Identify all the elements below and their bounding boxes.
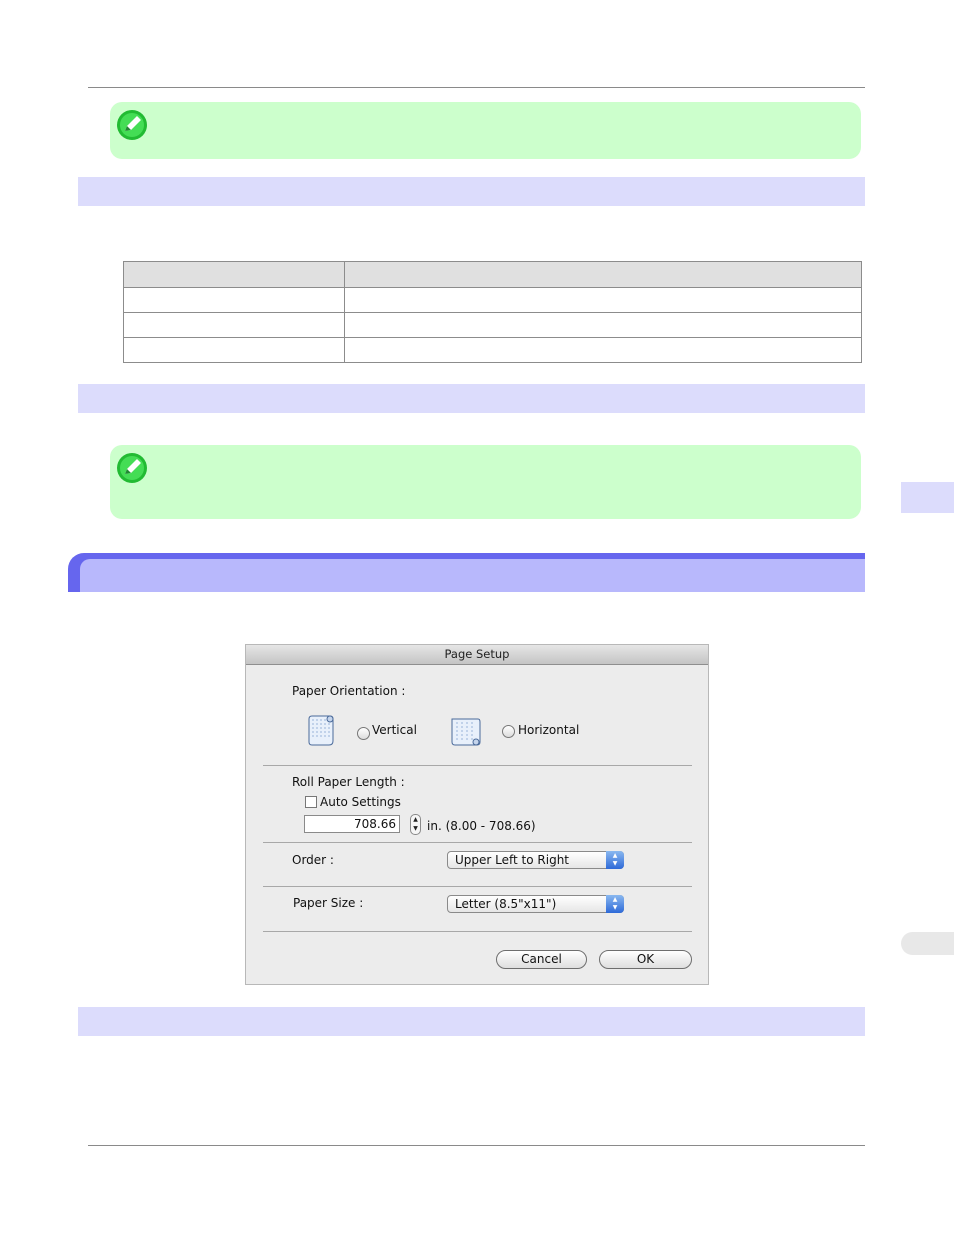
table-cell	[123, 337, 345, 363]
vertical-radio[interactable]	[357, 727, 370, 740]
table-cell	[344, 287, 862, 313]
roll-length-input[interactable]: 708.66	[304, 815, 400, 833]
table-cell	[123, 287, 345, 313]
roll-length-stepper[interactable]: ▲ ▼	[410, 814, 421, 835]
table-row	[123, 337, 862, 363]
vertical-roll-icon	[308, 715, 334, 746]
roll-length-range: in. (8.00 - 708.66)	[427, 819, 536, 833]
table-row	[123, 312, 862, 338]
paper-size-select[interactable]: Letter (8.5"x11") ▲ ▼	[447, 895, 624, 913]
auto-settings-checkbox[interactable]	[305, 796, 317, 808]
horizontal-label[interactable]: Horizontal	[518, 723, 579, 737]
separator	[263, 931, 692, 932]
note-pencil-icon	[117, 453, 147, 483]
ok-button[interactable]: OK	[599, 950, 692, 969]
paper-size-select-value: Letter (8.5"x11")	[455, 897, 557, 911]
separator	[263, 765, 692, 766]
section-heading-band	[78, 177, 865, 206]
paper-orientation-label: Paper Orientation :	[292, 684, 406, 698]
table-cell	[123, 312, 345, 338]
settings-table	[123, 261, 862, 363]
table-header-cell	[344, 261, 862, 288]
table-header-cell	[123, 261, 345, 288]
order-select[interactable]: Upper Left to Right ▲ ▼	[447, 851, 624, 869]
dialog-title: Page Setup	[246, 645, 708, 665]
chapter-heading-inner	[80, 559, 865, 592]
chapter-side-tab	[901, 482, 954, 513]
chevron-updown-icon: ▲ ▼	[606, 851, 624, 869]
note-box	[110, 445, 861, 519]
chevron-updown-icon: ▲ ▼	[606, 895, 624, 913]
vertical-label[interactable]: Vertical	[372, 723, 417, 737]
page-side-tab	[901, 932, 954, 955]
table-cell	[344, 312, 862, 338]
note-box	[110, 102, 861, 159]
separator	[263, 842, 692, 843]
section-heading-band	[78, 1007, 865, 1036]
roll-paper-length-label: Roll Paper Length :	[292, 775, 405, 789]
table-row	[123, 287, 862, 313]
separator	[263, 886, 692, 887]
header-rule	[88, 87, 865, 88]
order-select-value: Upper Left to Right	[455, 853, 569, 867]
cancel-button[interactable]: Cancel	[496, 950, 587, 969]
chapter-heading-bar	[68, 553, 865, 592]
note-pencil-icon	[117, 110, 147, 140]
paper-size-label: Paper Size :	[293, 896, 364, 910]
horizontal-radio[interactable]	[502, 725, 515, 738]
table-cell	[344, 337, 862, 363]
horizontal-roll-icon	[451, 718, 481, 746]
section-heading-band	[78, 384, 865, 413]
order-label: Order :	[292, 853, 334, 867]
footer-rule	[88, 1145, 865, 1146]
table-header-row	[123, 261, 862, 288]
auto-settings-label[interactable]: Auto Settings	[320, 795, 401, 809]
page-setup-dialog: Page Setup Paper Orientation : Vertical …	[245, 644, 709, 985]
